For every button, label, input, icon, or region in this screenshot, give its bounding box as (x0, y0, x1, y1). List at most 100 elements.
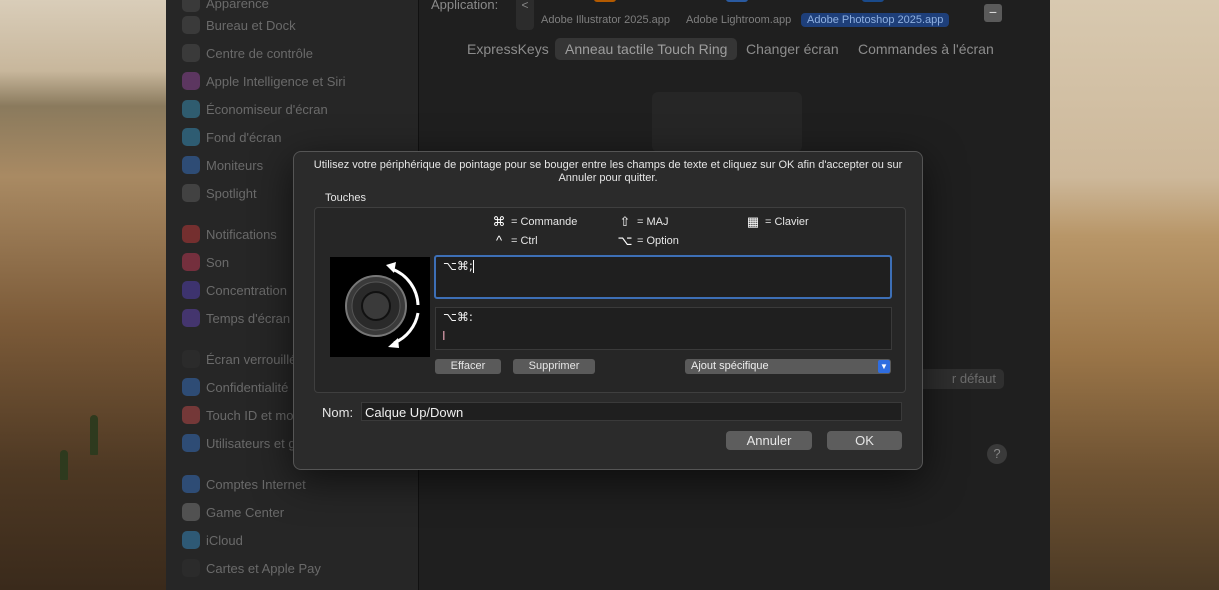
sidebar-item-moniteurs[interactable]: Moniteurs (182, 154, 263, 176)
illustrator-app-icon[interactable] (594, 0, 616, 2)
name-input[interactable]: Calque Up/Down (361, 402, 902, 421)
siri-icon (182, 72, 200, 90)
wallpaper-icon (182, 128, 200, 146)
counterclockwise-shortcut-field[interactable]: ⌥⌘: I (435, 307, 892, 350)
tab-touch-ring[interactable]: Anneau tactile Touch Ring (555, 38, 738, 60)
option-icon: ⌥ (617, 233, 633, 248)
ok-button[interactable]: OK (827, 431, 902, 450)
application-label: Application: (431, 0, 499, 12)
delete-button[interactable]: Supprimer (513, 359, 595, 374)
display-icon (182, 156, 200, 174)
sidebar-item-label: Comptes Internet (206, 476, 306, 492)
sidebar-item-label: Temps d'écran (206, 310, 291, 326)
sidebar-item-bureau-dock[interactable]: Bureau et Dock (182, 14, 296, 36)
sidebar-item-temps-ecran[interactable]: Temps d'écran (182, 307, 290, 329)
shortcut-dialog: Utilisez votre périphérique de pointage … (293, 151, 923, 470)
app-list-back-button[interactable]: < (516, 0, 534, 30)
appearance-icon (182, 0, 200, 12)
wallpaper-right (1049, 0, 1219, 590)
fingerprint-icon (182, 406, 200, 424)
control-icon: ^ (495, 233, 503, 248)
touch-ring-diagram (330, 257, 430, 357)
sidebar-item-label: Notifications (206, 226, 277, 242)
lightroom-app-icon[interactable] (726, 0, 748, 2)
lock-screen-icon (182, 350, 200, 368)
sidebar-item-spotlight[interactable]: Spotlight (182, 182, 257, 204)
focus-icon (182, 281, 200, 299)
clockwise-shortcut-field[interactable]: ⌥⌘; (434, 255, 892, 299)
sidebar-item-label: Économiseur d'écran (206, 101, 328, 117)
legend-ctrl: ^ = Ctrl (491, 233, 538, 248)
restore-default-button[interactable]: r défaut (914, 369, 1004, 389)
sidebar-item-label: Concentration (206, 282, 287, 298)
sidebar-item-label: Game Center (206, 504, 285, 520)
command-icon: ⌘ (492, 214, 506, 229)
notifications-icon (182, 225, 200, 243)
shift-icon: ⇧ (619, 214, 631, 229)
sidebar-item-apparence[interactable]: Apparence (182, 0, 269, 14)
keys-group-title: Touches (325, 192, 366, 204)
sidebar-item-label: iCloud (206, 532, 243, 548)
sidebar-item-concentration[interactable]: Concentration (182, 279, 287, 301)
tab-expresskeys[interactable]: ExpressKeys (457, 38, 559, 60)
screensaver-icon (182, 100, 200, 118)
sidebar-item-ecran-verrouille[interactable]: Écran verrouillé (182, 348, 296, 370)
sidebar-item-economiseur[interactable]: Économiseur d'écran (182, 98, 328, 120)
cancel-button[interactable]: Annuler (726, 431, 812, 450)
legend-command-text: = Commande (511, 216, 578, 228)
sidebar-item-centre-controle[interactable]: Centre de contrôle (182, 42, 313, 64)
tab-commandes-ecran[interactable]: Commandes à l'écran (848, 38, 1004, 60)
chevron-down-icon: ▼ (878, 360, 890, 373)
control-center-icon (182, 44, 200, 62)
sidebar-item-label: Fond d'écran (206, 129, 282, 145)
cypress-tree (90, 415, 98, 455)
at-sign-icon (182, 475, 200, 493)
sidebar-item-label: Moniteurs (206, 157, 264, 173)
touch-ring-preview (652, 92, 802, 152)
sidebar-item-comptes-internet[interactable]: Comptes Internet (182, 473, 306, 495)
dialog-instructions: Utilisez votre périphérique de pointage … (313, 159, 903, 184)
clockwise-shortcut-text: ⌥⌘; (443, 259, 473, 273)
spotlight-icon (182, 184, 200, 202)
app-lightroom[interactable]: Adobe Lightroom.app (686, 14, 791, 26)
sidebar-item-label: Spotlight (206, 185, 257, 201)
dock-icon (182, 16, 200, 34)
legend-keyboard: ▦ = Clavier (745, 214, 809, 230)
legend-shift-text: = MAJ (637, 216, 669, 228)
legend-option: ⌥ = Option (617, 233, 679, 249)
sidebar-item-label: Écran verrouillé (206, 351, 297, 367)
remove-app-button[interactable]: − (984, 4, 1002, 22)
sidebar-item-label: Apparence (206, 0, 269, 11)
text-caret (472, 260, 474, 273)
photoshop-app-icon[interactable] (862, 0, 884, 2)
counterclockwise-shortcut-value: ⌥⌘: (443, 310, 473, 324)
sidebar-item-label: Apple Intelligence et Siri (206, 73, 346, 89)
app-photoshop[interactable]: Adobe Photoshop 2025.app (801, 13, 950, 27)
sidebar-item-label: Bureau et Dock (206, 17, 296, 33)
cypress-tree (60, 450, 68, 480)
game-center-icon (182, 503, 200, 521)
sidebar-item-cartes[interactable]: Cartes et Apple Pay (182, 557, 321, 579)
privacy-icon (182, 378, 200, 396)
sidebar-item-icloud[interactable]: iCloud (182, 529, 243, 551)
help-button[interactable]: ? (987, 444, 1007, 464)
sidebar-item-confidentialite[interactable]: Confidentialité (182, 376, 288, 398)
wallet-icon (182, 559, 200, 577)
sidebar-item-fond-ecran[interactable]: Fond d'écran (182, 126, 281, 148)
app-illustrator[interactable]: Adobe Illustrator 2025.app (541, 14, 670, 26)
clear-button[interactable]: Effacer (435, 359, 501, 374)
special-add-select-value: Ajout spécifique (691, 360, 769, 372)
sidebar-item-siri[interactable]: Apple Intelligence et Siri (182, 70, 345, 92)
clockwise-shortcut-value: ⌥⌘; (443, 259, 474, 273)
ibeam-cursor-icon: I (442, 328, 446, 343)
sidebar-item-son[interactable]: Son (182, 251, 229, 273)
sidebar-item-label: Confidentialité (206, 379, 289, 395)
tab-changer-ecran[interactable]: Changer écran (736, 38, 849, 60)
special-add-select[interactable]: Ajout spécifique ▼ (685, 359, 891, 374)
sidebar-item-label: Son (206, 254, 230, 270)
sidebar-item-notifications[interactable]: Notifications (182, 223, 277, 245)
sidebar-item-game-center[interactable]: Game Center (182, 501, 284, 523)
cloud-icon (182, 531, 200, 549)
keyboard-icon: ▦ (746, 214, 760, 229)
legend-ctrl-text: = Ctrl (511, 234, 538, 247)
